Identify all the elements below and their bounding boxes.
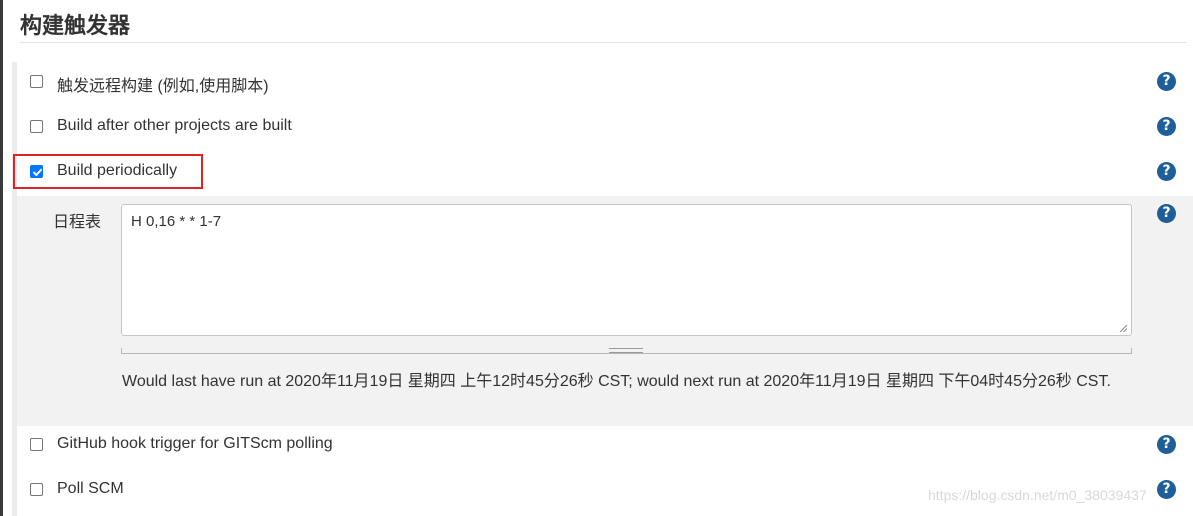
section-divider [20,42,1187,43]
window-left-border [0,0,3,516]
help-icon[interactable]: ? [1157,162,1176,181]
trigger-label-github-hook[interactable]: GitHub hook trigger for GITScm polling [57,435,333,453]
help-icon[interactable]: ? [1157,480,1176,499]
trigger-label-poll-scm[interactable]: Poll SCM [57,480,124,498]
help-icon[interactable]: ? [1157,435,1176,454]
resize-grip-icon[interactable] [1118,323,1128,333]
checkbox-poll-scm[interactable] [30,483,43,496]
schedule-label: 日程表 [53,214,102,231]
schedule-run-info: Would last have run at 2020年11月19日 星期四 上… [122,373,1111,390]
highlight-annotation-box [13,154,203,189]
checkbox-github-hook[interactable] [30,438,43,451]
schedule-panel: 日程表 H 0,16 * * 1-7 ? Would last have run… [17,196,1193,426]
help-icon[interactable]: ? [1157,117,1176,136]
trigger-label-after-other[interactable]: Build after other projects are built [57,117,292,135]
drag-handle-icon[interactable] [609,348,643,353]
trigger-label-remote[interactable]: 触发远程构建 (例如,使用脚本) [57,72,269,96]
watermark-text: https://blog.csdn.net/m0_38039437 [928,487,1147,503]
section-title: 构建触发器 [20,14,131,39]
trigger-row-after-other: Build after other projects are built ? [17,107,1193,147]
checkbox-build-after-other[interactable] [30,120,43,133]
schedule-textarea[interactable]: H 0,16 * * 1-7 [121,204,1132,336]
trigger-row-remote: 触发远程构建 (例如,使用脚本) ? [17,62,1193,102]
checkbox-remote-trigger[interactable] [30,75,43,88]
help-icon[interactable]: ? [1157,204,1176,223]
help-icon[interactable]: ? [1157,72,1176,91]
trigger-row-github-hook: GitHub hook trigger for GITScm polling ? [17,425,1193,465]
